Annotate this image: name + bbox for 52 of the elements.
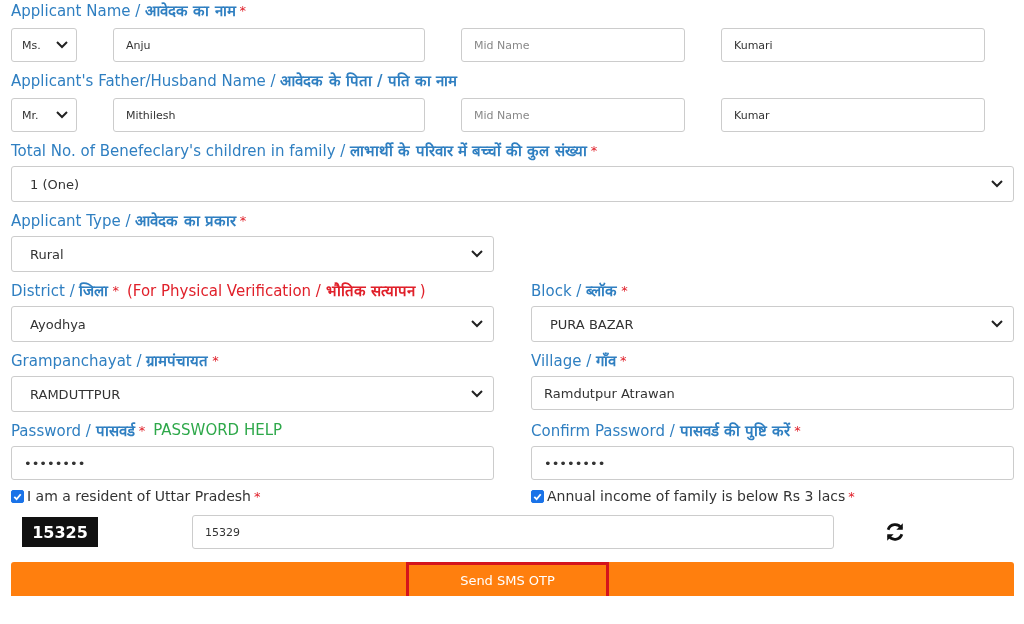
required-mark: * (619, 352, 627, 368)
field-label: District / जिला (11, 281, 109, 300)
children-dropdown[interactable]: 1 (One) (11, 166, 1014, 202)
field-label: Grampanchayat / ग्रामपंचायत (11, 351, 209, 370)
checkbox-label: Annual income of family is below Rs 3 lacs (547, 488, 846, 504)
required-mark: * (590, 142, 598, 158)
captcha-field[interactable]: 15329 (192, 515, 834, 549)
salutation-dropdown[interactable]: Ms. (11, 28, 77, 62)
chevron-icon (471, 390, 483, 398)
required-mark: * (239, 212, 247, 228)
chevron-icon (56, 111, 68, 119)
middle-name-field[interactable]: Mid Name (461, 98, 685, 132)
input-field[interactable]: Ramdutpur Atrawan (531, 376, 1014, 410)
middle-name-field[interactable]: Mid Name (461, 28, 685, 62)
refresh-icon[interactable] (884, 521, 906, 543)
field-label: Total No. of Benefeclary's children in family / लाभार्थी के परिवार में बच्चों की कुल संख्या (11, 141, 587, 160)
chevron-icon (991, 320, 1003, 328)
last-name-field[interactable]: Kumari (721, 28, 985, 62)
chevron-icon (991, 180, 1003, 188)
salutation-dropdown[interactable]: Mr. (11, 98, 77, 132)
field-label: Applicant's Father/Husband Name / आवेदक के पिता / पति का नाम (11, 71, 458, 90)
required-mark: * (621, 282, 628, 298)
field-label: Village / गाँव (531, 351, 616, 370)
dropdown[interactable]: Ayodhya (11, 306, 494, 342)
field-label: Applicant Type / आवेदक का प्रकार (11, 211, 236, 230)
checkbox-label: I am a resident of Uttar Pradesh (27, 488, 251, 504)
first-name-field[interactable]: Anju (113, 28, 425, 62)
dropdown[interactable]: RAMDUTTPUR (11, 376, 494, 412)
chevron-icon (56, 41, 68, 49)
input-field[interactable]: •••••••• (11, 446, 494, 480)
dropdown[interactable]: PURA BAZAR (531, 306, 1014, 342)
required-mark: * (112, 282, 119, 298)
required-mark: * (212, 352, 219, 368)
field-label: Password / पासवर्ड (11, 421, 135, 440)
chevron-icon (471, 320, 483, 328)
applicant-type-dropdown[interactable]: Rural (11, 236, 494, 272)
required-mark: * (794, 422, 801, 438)
field-label: Block / ब्लॉक (531, 281, 618, 300)
verification-note: (For Physical Verification / भौतिक सत्यापन ) (126, 281, 426, 300)
field-label: Applicant Name / आवेदक का नाम (11, 1, 236, 20)
chevron-icon (471, 250, 483, 258)
checkbox[interactable] (11, 489, 24, 503)
required-mark: * (848, 488, 855, 504)
first-name-field[interactable]: Mithilesh (113, 98, 425, 132)
checkbox[interactable] (531, 489, 544, 503)
last-name-field[interactable]: Kumar (721, 98, 985, 132)
required-mark: * (239, 2, 247, 18)
field-label: Confirm Password / पासवर्ड की पुष्टि करें (531, 421, 791, 440)
required-mark: * (138, 422, 146, 438)
input-field[interactable]: •••••••• (531, 446, 1014, 480)
required-mark: * (254, 488, 261, 504)
captcha-image: 15325 (22, 517, 98, 547)
